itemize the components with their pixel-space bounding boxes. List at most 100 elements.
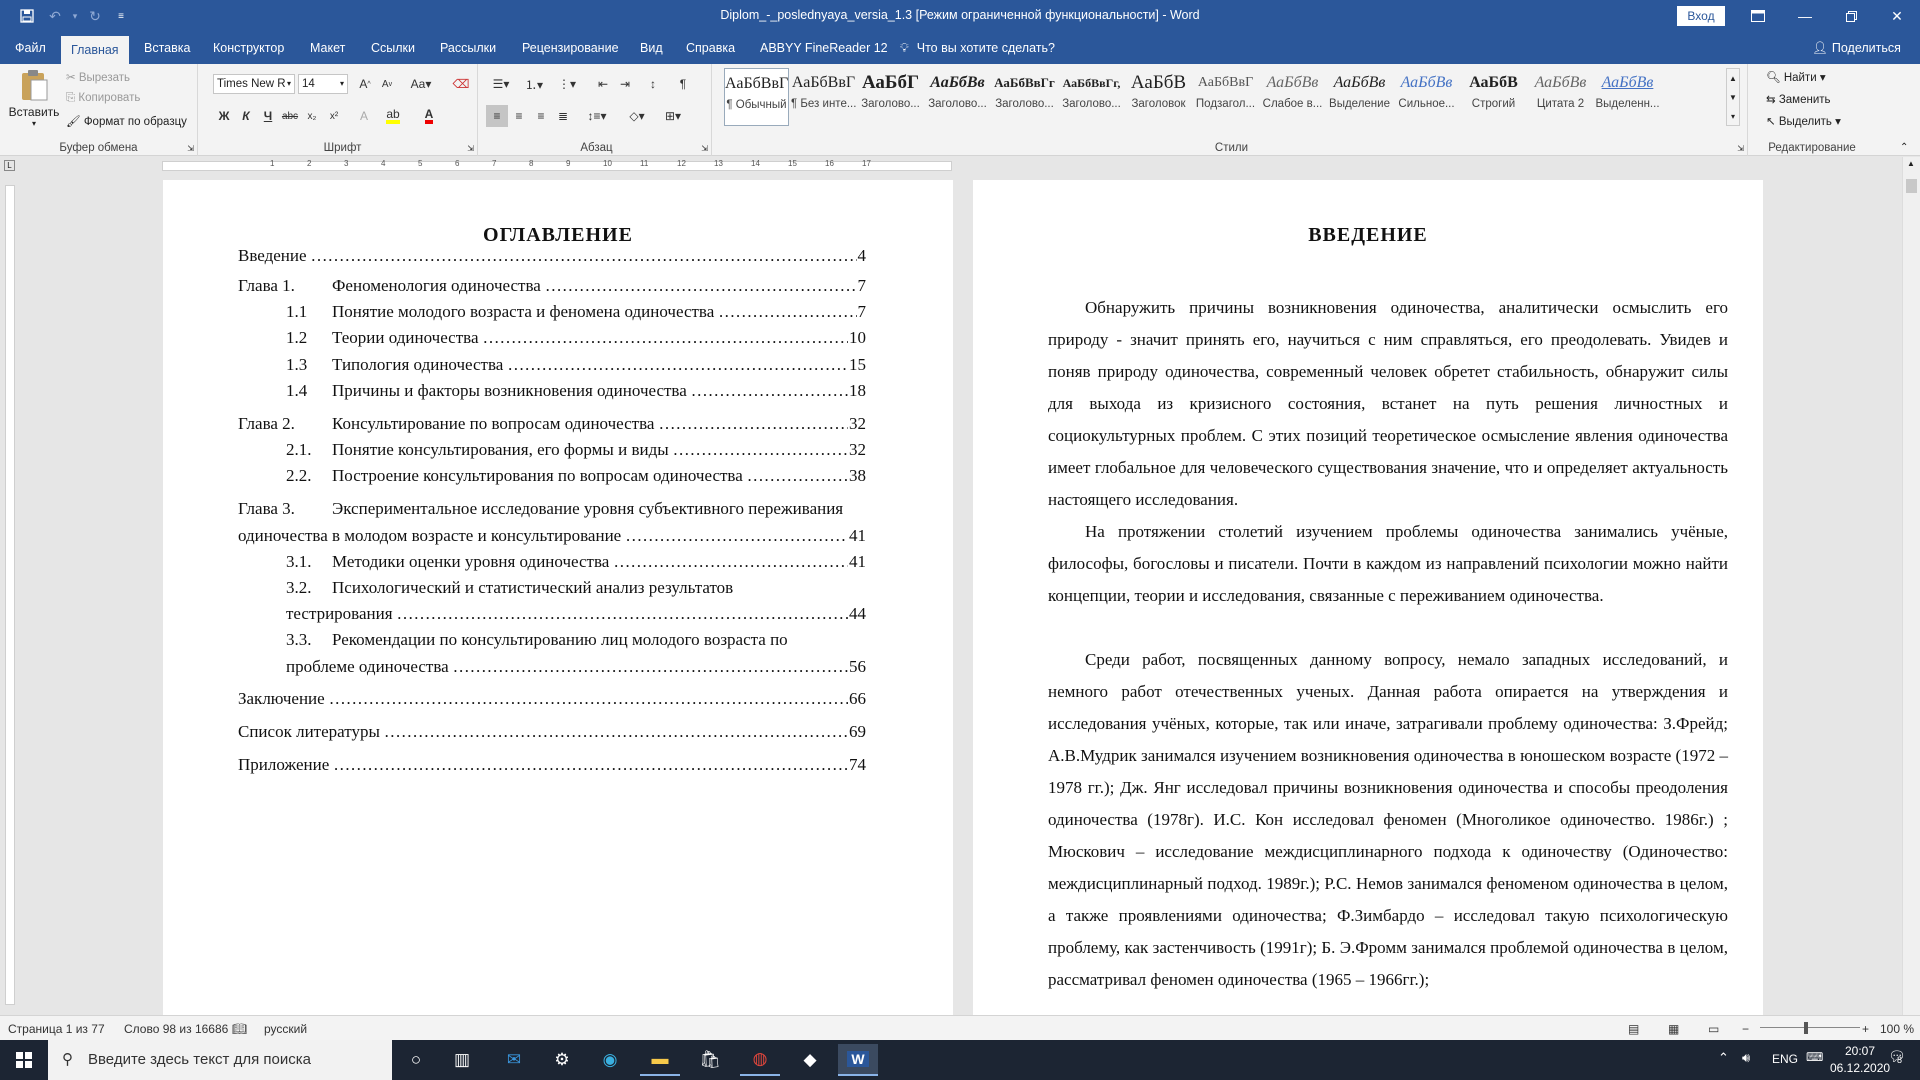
read-mode-icon[interactable]: ▤ [1628, 1022, 1639, 1036]
cortana-icon[interactable]: ○ [396, 1044, 436, 1076]
web-layout-icon[interactable]: ▭ [1708, 1022, 1719, 1036]
tab-layout[interactable]: Макет [300, 32, 355, 64]
zoom-level[interactable]: 100 % [1880, 1022, 1914, 1036]
styles-gallery-scroll[interactable]: ▲ ▼ ▾ [1726, 68, 1740, 126]
close-button[interactable]: ✕ [1874, 0, 1920, 32]
style-quote[interactable]: АаБбВв Цитата 2 [1528, 68, 1593, 126]
toc-entry[interactable]: 1.1 Понятие молодого возраста и феномена … [286, 302, 866, 326]
shading-icon[interactable]: ◇▾ [622, 105, 652, 127]
superscript-icon[interactable]: x² [323, 105, 345, 127]
app-fox-icon[interactable]: ◆ [790, 1044, 830, 1076]
font-name-combo[interactable]: Times New R ▾ [213, 74, 295, 94]
zoom-out-icon[interactable]: − [1742, 1022, 1749, 1036]
style-heading-1[interactable]: АаБбГ Заголово... [858, 68, 923, 126]
document-page-toc[interactable]: ОГЛАВЛЕНИЕ Введение 4……………………………………………………… [163, 180, 953, 1020]
tray-chevron-icon[interactable]: ⌃ [1718, 1050, 1729, 1066]
scroll-up-icon[interactable]: ▲ [1907, 159, 1915, 168]
zoom-slider[interactable] [1760, 1027, 1860, 1028]
tab-mailings[interactable]: Рассылки [430, 32, 506, 64]
notifications-icon[interactable]: 💬︎ 8 [1888, 1048, 1906, 1065]
taskbar-search[interactable]: ⚲ Введите здесь текст для поиска [48, 1040, 392, 1080]
toc-entry[interactable]: Приложение 74…………………………………………………………………………… [238, 755, 866, 779]
toc-entry[interactable]: тестрирования 44…………………………………………………………………… [286, 604, 866, 628]
paste-button[interactable]: Вставить ▾ [8, 68, 60, 136]
toc-entry[interactable]: Список литературы 69………………………………………………………… [238, 722, 866, 746]
zoom-slider-thumb[interactable] [1804, 1022, 1808, 1034]
clock[interactable]: 20:07 06.12.2020 [1830, 1043, 1890, 1077]
toc-entry[interactable]: 3.1. Методики оценки уровня одиночества 41… [286, 552, 866, 576]
multilevel-list-icon[interactable]: ⋮▾ [552, 73, 582, 95]
share-button[interactable]: 👤︎ Поделиться [1812, 32, 1901, 64]
show-marks-icon[interactable]: ¶ [672, 73, 694, 95]
file-explorer-icon[interactable]: ▬ [640, 1044, 680, 1076]
borders-icon[interactable]: ⊞▾ [658, 105, 688, 127]
bullets-icon[interactable]: ☰▾ [486, 73, 516, 95]
style-no-spacing[interactable]: АаБбВвГ ¶ Без инте... [791, 68, 856, 126]
toc-entry[interactable]: 1.3 Типология одиночества 15……………………………………… [286, 355, 866, 379]
signin-button[interactable]: Вход [1677, 6, 1725, 26]
store-icon[interactable]: 🛍︎ [690, 1044, 730, 1076]
style-subtle-emphasis[interactable]: АаБбВв Слабое в... [1260, 68, 1325, 126]
dialog-launcher-icon[interactable]: ⇲ [1737, 144, 1744, 153]
underline-icon[interactable]: Ч [257, 105, 279, 127]
print-layout-icon[interactable]: ▦ [1668, 1022, 1679, 1036]
decrease-indent-icon[interactable]: ⇤ [592, 73, 614, 95]
scrollbar-thumb[interactable] [1906, 179, 1917, 193]
grow-font-icon[interactable]: A ^ [354, 73, 376, 95]
copy-button[interactable]: ⎘ Копировать [66, 92, 140, 105]
task-view-icon[interactable]: ▥ [442, 1044, 482, 1076]
increase-indent-icon[interactable]: ⇥ [614, 73, 636, 95]
steam-icon[interactable]: ⚙ [542, 1044, 582, 1076]
collapse-ribbon-icon[interactable]: ⌃ [1900, 142, 1908, 153]
vertical-scrollbar[interactable]: ▲ [1902, 157, 1920, 1015]
toc-entry[interactable]: Глава 1. Феноменология одиночества 7………………… [238, 276, 866, 300]
toc-entry[interactable]: проблеме одиночества 56………………………………………………… [286, 657, 866, 681]
input-language[interactable]: ENG [1772, 1052, 1798, 1066]
style-heading-2[interactable]: АаБбВв Заголово... [925, 68, 990, 126]
numbering-icon[interactable]: ⒈▾ [519, 73, 549, 95]
sort-icon[interactable]: ↕ [642, 73, 664, 95]
align-right-icon[interactable]: ≡ [530, 105, 552, 127]
cut-button[interactable]: ✂ Вырезать [66, 70, 130, 84]
edge-icon[interactable]: ◉ [590, 1044, 630, 1076]
tab-view[interactable]: Вид [630, 32, 673, 64]
chrome-icon[interactable]: ◍ [740, 1044, 780, 1076]
proofing-icon[interactable]: 📖︎ [232, 1022, 247, 1036]
vertical-ruler[interactable] [0, 175, 18, 1015]
toc-entry[interactable]: 1.4 Причины и факторы возникновения одино… [286, 381, 866, 405]
toc-entry[interactable]: Глава 3. Экспериментальное исследование у… [238, 499, 866, 523]
zoom-in-icon[interactable]: + [1862, 1022, 1869, 1036]
style-title[interactable]: АаБбВ Заголовок [1126, 68, 1191, 126]
style-subtitle[interactable]: АаБбВвГ Подзагол... [1193, 68, 1258, 126]
dialog-launcher-icon[interactable]: ⇲ [467, 144, 474, 153]
toc-entry[interactable]: 2.1. Понятие консультирования, его формы … [286, 440, 866, 464]
dialog-launcher-icon[interactable]: ⇲ [187, 144, 194, 153]
dialog-launcher-icon[interactable]: ⇲ [701, 144, 708, 153]
find-button[interactable]: 🔍︎ Найти ▾ [1766, 70, 1826, 84]
style-intense-quote[interactable]: АаБбВв Выделенн... [1595, 68, 1660, 126]
justify-icon[interactable]: ≣ [552, 105, 574, 127]
restore-button[interactable] [1828, 0, 1874, 32]
align-center-icon[interactable]: ≡ [508, 105, 530, 127]
text-effects-icon[interactable]: A [353, 105, 375, 127]
style-normal[interactable]: АаБбВвГ ¶ Обычный [724, 68, 789, 126]
line-spacing-icon[interactable]: ↕≡▾ [582, 105, 612, 127]
tab-review[interactable]: Рецензирование [512, 32, 629, 64]
language-indicator[interactable]: русский [264, 1022, 307, 1036]
style-intense-emphasis[interactable]: АаБбВв Сильное... [1394, 68, 1459, 126]
toc-entry[interactable]: одиночества в молодом возрасте и консуль… [238, 526, 866, 550]
mail-icon[interactable]: ✉ [494, 1044, 534, 1076]
word-counter[interactable]: Слово 98 из 16686 [124, 1022, 228, 1036]
volume-icon[interactable]: 🔊︎ [1742, 1050, 1750, 1066]
tab-design[interactable]: Конструктор [203, 32, 294, 64]
style-emphasis[interactable]: АаБбВв Выделение [1327, 68, 1392, 126]
bold-icon[interactable]: Ж [213, 105, 235, 127]
align-left-icon[interactable]: ≡ [486, 105, 508, 127]
tab-abbyy[interactable]: ABBYY FineReader 12 [750, 32, 898, 64]
toc-entry[interactable]: 1.2 Теории одиночества 10……………………………………………… [286, 328, 866, 352]
subscript-icon[interactable]: x₂ [301, 105, 323, 127]
minimize-button[interactable]: — [1782, 0, 1828, 32]
style-strong[interactable]: АаБбВ Строгий [1461, 68, 1526, 126]
tab-selector-icon[interactable]: L [4, 160, 15, 171]
toc-entry[interactable]: Глава 2. Консультирование по вопросам оди… [238, 414, 866, 438]
